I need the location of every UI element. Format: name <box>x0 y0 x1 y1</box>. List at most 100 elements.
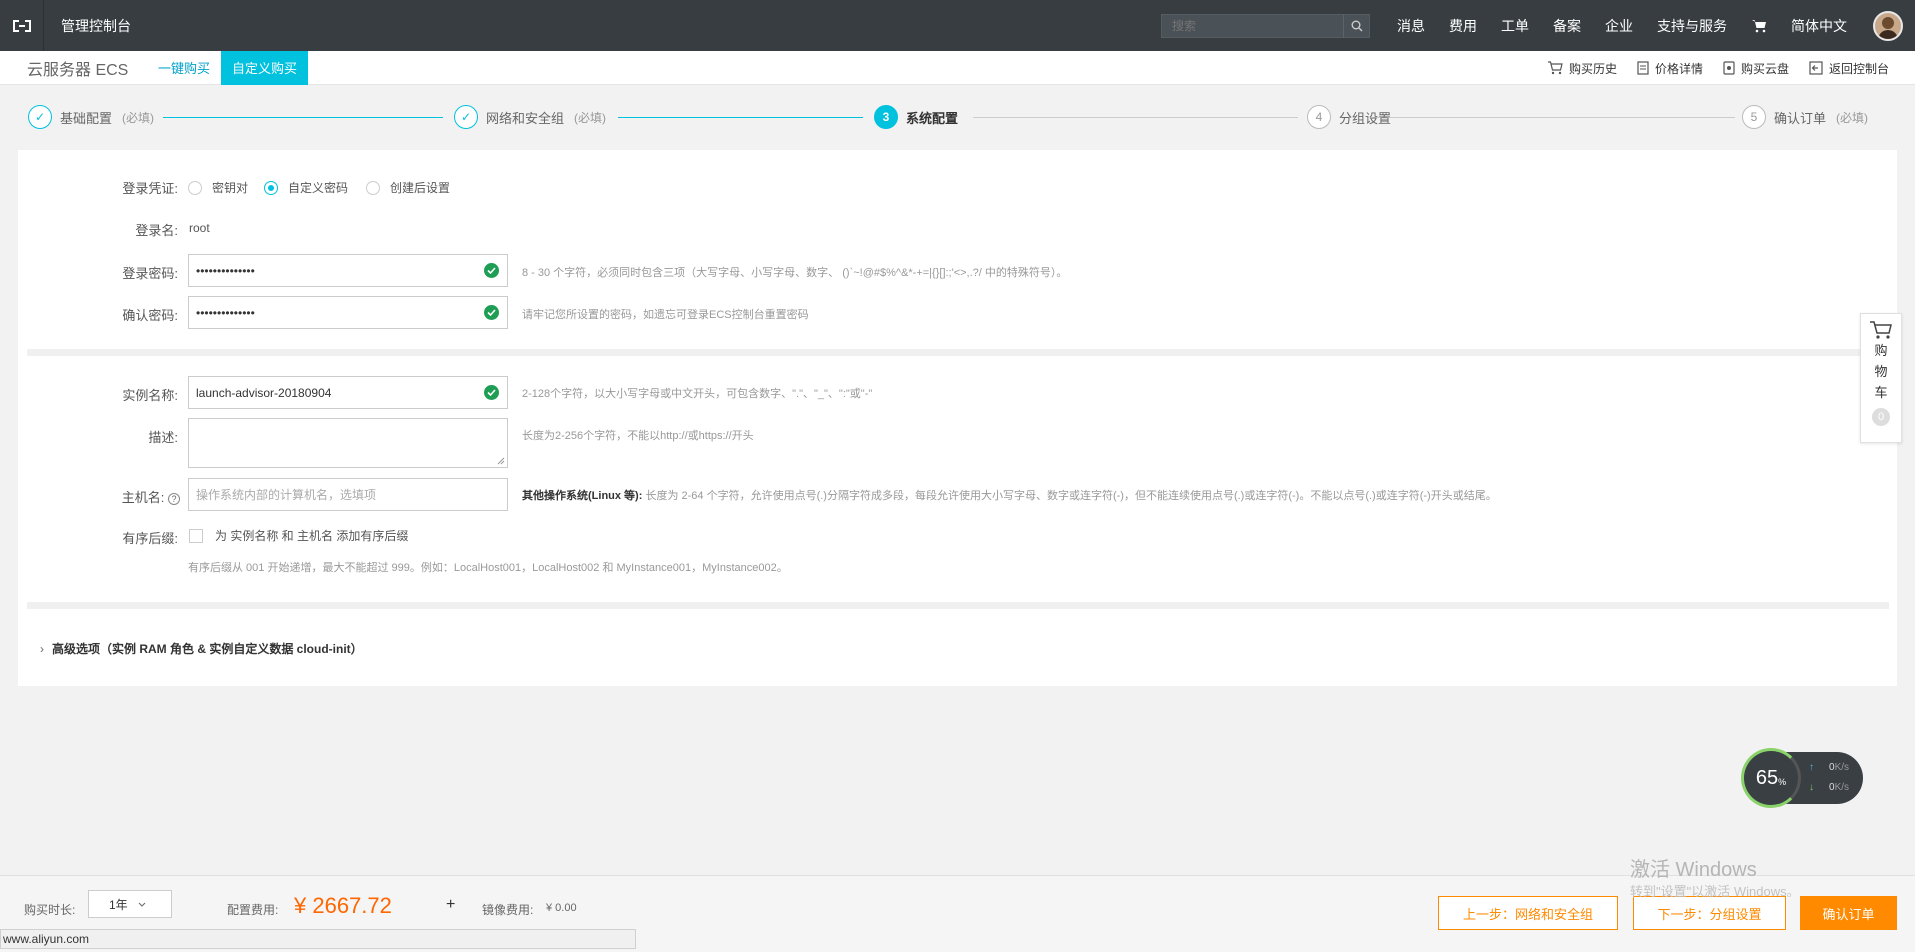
cart-icon <box>1870 321 1892 339</box>
instance-name-label: 实例名称: <box>122 388 178 403</box>
description-field[interactable] <box>188 418 508 468</box>
tab-quick-buy[interactable]: 一键购买 <box>147 51 221 85</box>
purchase-history-label: 购买历史 <box>1568 61 1617 76</box>
password-value: •••••••••••••• <box>196 263 255 278</box>
advanced-options-label: 高级选项（实例 RAM 角色 & 实例自定义数据 cloud-init） <box>52 642 363 656</box>
radio-label: 自定义密码 <box>288 181 349 195</box>
download-rate: ↓ 0 K/s <box>1809 782 1849 793</box>
password-field[interactable]: •••••••••••••• <box>188 254 508 287</box>
hostname-label-text: 主机名: <box>121 490 165 505</box>
description-hint: 长度为2-256个字符，不能以http://或https://开头 <box>522 430 754 442</box>
step-basic[interactable]: ✓ 基础配置 (必填) <box>28 105 154 129</box>
search-input[interactable] <box>1162 15 1343 37</box>
arrow-up-icon: ↑ <box>1809 762 1814 773</box>
section-divider <box>27 349 1889 356</box>
suffix-checkbox[interactable]: 为 实例名称 和 主机名 添加有序后缀 <box>189 527 408 544</box>
arrow-down-icon: ↓ <box>1809 782 1814 793</box>
prev-step-button[interactable]: 上一步：网络和安全组 <box>1438 896 1618 930</box>
step-name: 系统配置 <box>906 110 959 126</box>
duration-label: 购买时长: <box>24 903 76 917</box>
buy-disk-label: 购买云盘 <box>1740 61 1789 76</box>
sub-header: 云服务器 ECS 一键购买 自定义购买 购买历史 价格详情 购买云盘 返回控制台 <box>0 50 1915 85</box>
side-cart[interactable]: 购 物 车 0 <box>1860 313 1902 443</box>
tab-custom-buy[interactable]: 自定义购买 <box>221 50 309 85</box>
step-connector <box>163 117 443 118</box>
check-icon <box>484 263 499 278</box>
radio-circle <box>264 180 278 195</box>
radio-circle <box>366 180 380 195</box>
credential-label: 登录凭证: <box>122 181 178 196</box>
nav-tickets[interactable]: 工单 <box>1489 0 1541 51</box>
next-step-button[interactable]: 下一步：分组设置 <box>1633 896 1786 930</box>
nav-icp[interactable]: 备案 <box>1541 0 1593 51</box>
radio-custom-password[interactable]: 自定义密码 <box>264 179 348 196</box>
browser-status-bar: www.aliyun.com <box>0 929 636 949</box>
advanced-options-toggle[interactable]: › 高级选项（实例 RAM 角色 & 实例自定义数据 cloud-init） <box>40 640 363 657</box>
back-icon <box>1809 61 1823 75</box>
nav-billing[interactable]: 费用 <box>1437 0 1489 51</box>
hostname-hint-os: 其他操作系统(Linux 等): <box>522 490 643 502</box>
console-link[interactable]: 管理控制台 <box>61 16 131 36</box>
step-network[interactable]: ✓ 网络和安全组 (必填) <box>454 105 606 129</box>
nav-enterprise[interactable]: 企业 <box>1593 0 1645 51</box>
hostname-placeholder: 操作系统内部的计算机名，选填项 <box>196 488 377 502</box>
aliyun-logo-icon[interactable] <box>0 0 44 51</box>
nav-messages[interactable]: 消息 <box>1385 0 1437 51</box>
config-fee-value: ¥ 2667.72 <box>294 893 392 918</box>
step-number: 5 <box>1742 105 1766 129</box>
radio-circle <box>188 180 202 195</box>
nav-support[interactable]: 支持与服务 <box>1645 0 1739 51</box>
duration-select[interactable]: 1年 <box>88 890 172 918</box>
radio-set-later[interactable]: 创建后设置 <box>366 179 450 196</box>
hostname-hint-text: 长度为 2-64 个字符，允许使用点号(.)分隔字符成多段，每段允许使用大小写字… <box>645 490 1497 502</box>
instance-name-hint: 2-128个字符，以大小写字母或中文开头，可包含数字、"."、"_"、":"或"… <box>522 388 873 400</box>
instance-name-value: launch-advisor-20180904 <box>196 385 332 400</box>
product-title: 云服务器 ECS <box>27 61 129 79</box>
avatar[interactable] <box>1873 10 1903 41</box>
step-required: (必填) <box>1836 110 1869 125</box>
chevron-right-icon: › <box>40 641 44 656</box>
price-details-label: 价格详情 <box>1654 61 1703 76</box>
step-name: 分组设置 <box>1339 110 1392 126</box>
instance-name-field[interactable]: launch-advisor-20180904 <box>188 376 508 409</box>
image-fee-value: ¥ 0.00 <box>546 902 577 914</box>
buy-disk-link[interactable]: 购买云盘 <box>1723 60 1789 77</box>
step-connector <box>618 117 863 118</box>
price-details-link[interactable]: 价格详情 <box>1637 60 1703 77</box>
radio-keypair[interactable]: 密钥对 <box>188 179 248 196</box>
plus-sign: + <box>446 896 456 913</box>
check-icon: ✓ <box>28 105 52 129</box>
suffix-hint: 有序后缀从 001 开始递增，最大不能超过 999。例如：LocalHost00… <box>188 562 788 574</box>
hostname-hint: 其他操作系统(Linux 等): 长度为 2-64 个字符，允许使用点号(.)分… <box>522 487 1497 503</box>
radio-label: 创建后设置 <box>390 181 451 195</box>
language-switch[interactable]: 简体中文 <box>1779 0 1859 51</box>
top-nav: 消息 费用 工单 备案 企业 支持与服务 简体中文 <box>1385 0 1915 51</box>
help-icon[interactable]: ? <box>168 492 180 505</box>
upload-unit: K/s <box>1834 762 1850 773</box>
upload-rate: ↑ 0 K/s <box>1809 762 1849 773</box>
purchase-history-link[interactable]: 购买历史 <box>1547 60 1617 77</box>
hostname-label: 主机名: ? <box>98 487 180 506</box>
chevron-down-icon <box>138 902 146 907</box>
hostname-field[interactable]: 操作系统内部的计算机名，选填项 <box>188 478 508 511</box>
back-console-label: 返回控制台 <box>1828 61 1889 76</box>
step-confirm[interactable]: 5 确认订单 (必填) <box>1742 105 1868 129</box>
step-connector <box>973 117 1298 118</box>
check-icon <box>484 385 499 400</box>
sub-nav: 购买历史 价格详情 购买云盘 返回控制台 <box>1527 51 1889 85</box>
step-required: (必填) <box>122 110 155 125</box>
step-group[interactable]: 4 分组设置 <box>1307 105 1391 129</box>
section-divider <box>27 602 1889 609</box>
cart-icon <box>1547 61 1563 75</box>
step-connector <box>1373 117 1735 118</box>
checkbox-box <box>189 528 203 543</box>
cart-icon[interactable] <box>1739 0 1779 51</box>
back-console-link[interactable]: 返回控制台 <box>1809 60 1889 77</box>
username-label: 登录名: <box>135 223 178 238</box>
config-fee-label: 配置费用: <box>227 903 279 917</box>
config-panel: 登录凭证: 密钥对 自定义密码 创建后设置 登录名: root 登录密码: ••… <box>18 150 1897 686</box>
network-speed-widget[interactable]: 65% ↑ 0 K/s ↓ 0 K/s <box>1741 748 1863 808</box>
confirm-order-button[interactable]: 确认订单 <box>1800 896 1897 930</box>
confirm-password-field[interactable]: •••••••••••••• <box>188 296 508 329</box>
search-icon[interactable] <box>1343 15 1369 37</box>
